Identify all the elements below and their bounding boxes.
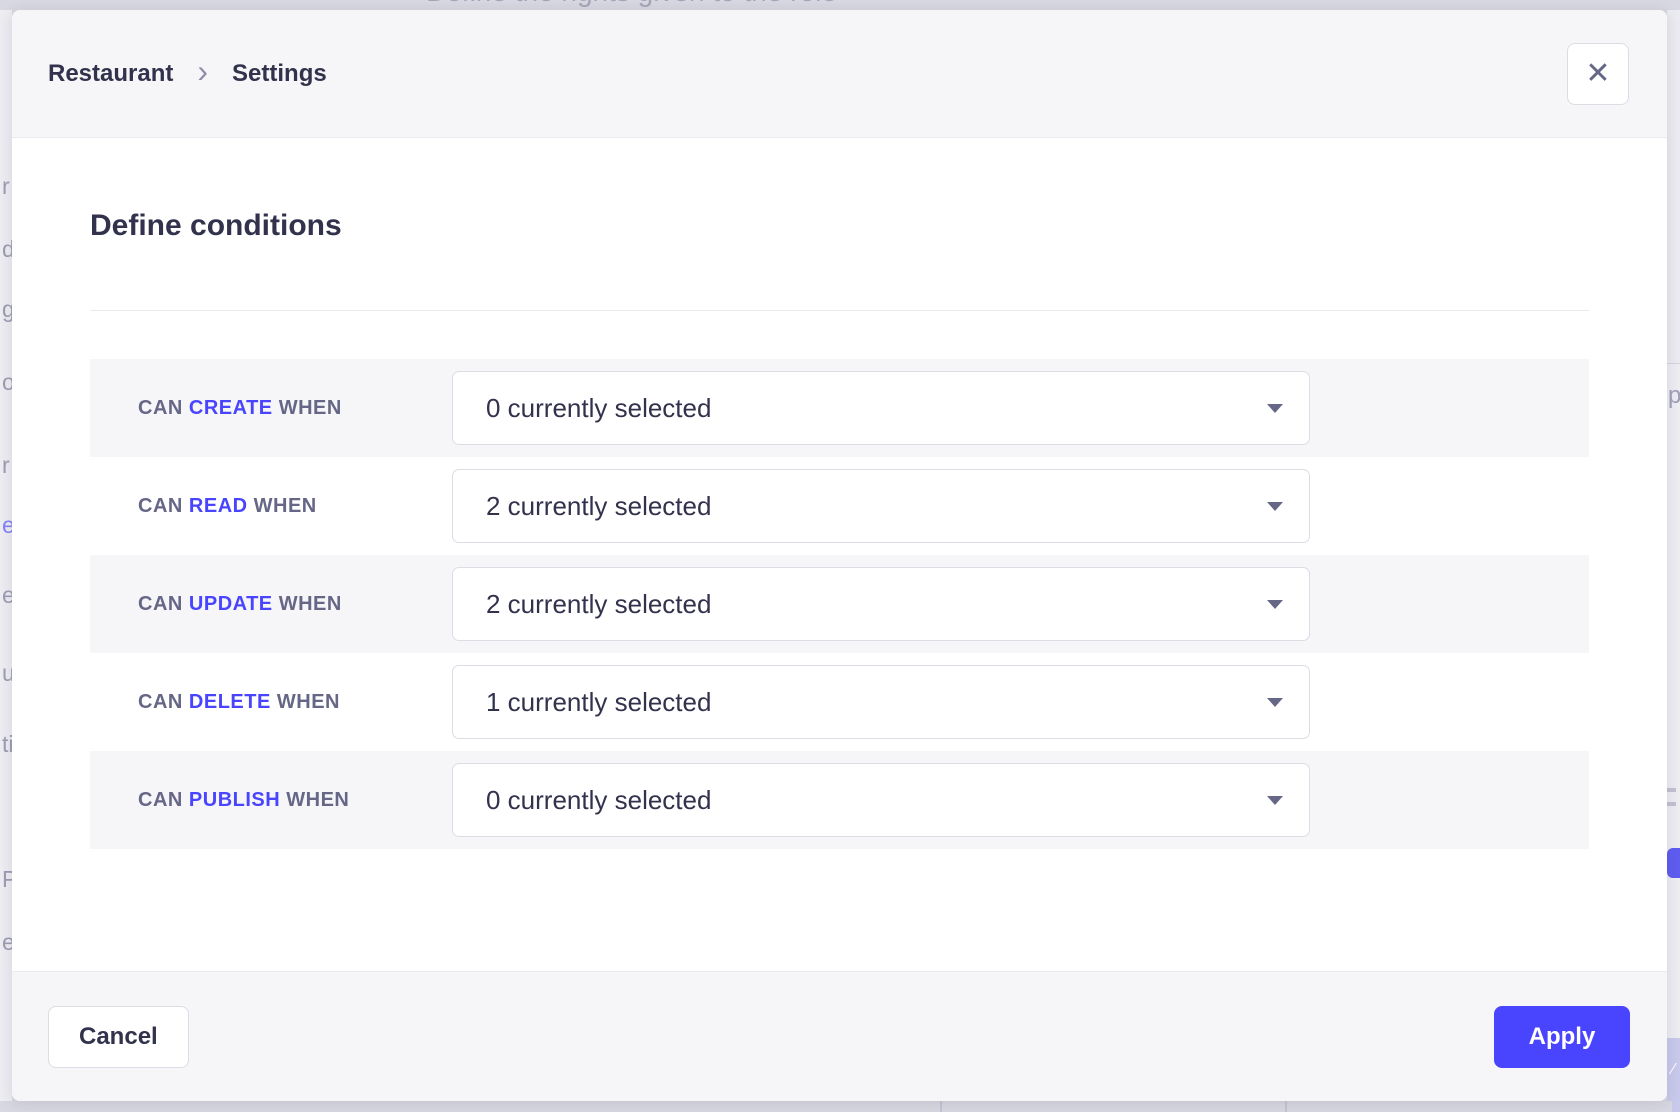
page-root: Define the rights given to the role r d … <box>0 0 1680 1112</box>
background-bottom-strip <box>0 1101 1680 1112</box>
condition-label-create: CAN CREATE WHEN <box>90 397 452 420</box>
label-prefix: CAN <box>138 691 183 713</box>
cancel-button[interactable]: Cancel <box>48 1006 189 1068</box>
chevron-right-icon: › <box>197 59 208 89</box>
caret-down-icon <box>1267 600 1283 609</box>
label-action: UPDATE <box>189 593 273 615</box>
background-left-strip: r d g o r e er u ti P e <box>0 10 12 1101</box>
condition-row-delete: CAN DELETE WHEN 1 currently selected <box>90 653 1589 751</box>
label-prefix: CAN <box>138 593 183 615</box>
label-suffix: WHEN <box>254 495 317 517</box>
caret-down-icon <box>1267 502 1283 511</box>
close-button[interactable]: ✕ <box>1567 43 1629 105</box>
background-text-fragment: ti <box>2 731 12 758</box>
conditions-select-delete[interactable]: 1 currently selected <box>452 665 1310 739</box>
background-text-fragment: u <box>2 660 12 687</box>
select-value: 0 currently selected <box>486 785 711 816</box>
background-list-line-fragment <box>1667 802 1676 806</box>
label-action: READ <box>189 495 248 517</box>
define-conditions-modal: Restaurant › Settings ✕ Define condition… <box>12 10 1667 1101</box>
background-text-fragment: e <box>2 929 12 956</box>
background-text-fragment: e <box>2 512 12 539</box>
condition-label-delete: CAN DELETE WHEN <box>90 691 452 714</box>
caret-down-icon <box>1267 698 1283 707</box>
background-divider-fragment <box>1667 363 1680 364</box>
background-text-fragment: p <box>1668 382 1680 410</box>
background-text-fragment: r <box>2 173 10 200</box>
select-value: 0 currently selected <box>486 393 711 424</box>
conditions-select-update[interactable]: 2 currently selected <box>452 567 1310 641</box>
background-button-fragment <box>1667 848 1680 878</box>
label-suffix: WHEN <box>279 397 342 419</box>
condition-label-update: CAN UPDATE WHEN <box>90 593 452 616</box>
background-text-fragment: P <box>2 866 12 893</box>
background-grid-line <box>940 1101 942 1112</box>
label-suffix: WHEN <box>277 691 340 713</box>
select-value: 2 currently selected <box>486 589 711 620</box>
background-card-edge <box>1667 10 1680 363</box>
conditions-select-read[interactable]: 2 currently selected <box>452 469 1310 543</box>
breadcrumb-item-settings: Settings <box>232 60 327 88</box>
modal-header: Restaurant › Settings ✕ <box>12 10 1667 138</box>
label-action: DELETE <box>189 691 271 713</box>
background-page-heading: Define the rights given to the role <box>426 0 837 8</box>
condition-label-publish: CAN PUBLISH WHEN <box>90 789 452 812</box>
condition-label-read: CAN READ WHEN <box>90 495 452 518</box>
label-prefix: CAN <box>138 397 183 419</box>
background-text-fragment: d <box>2 236 12 263</box>
condition-row-read: CAN READ WHEN 2 currently selected <box>90 457 1589 555</box>
background-text-fragment: g <box>2 296 12 323</box>
label-suffix: WHEN <box>286 789 349 811</box>
conditions-list: CAN CREATE WHEN 0 currently selected CAN… <box>90 359 1589 849</box>
background-top-strip: Define the rights given to the role <box>0 0 1680 10</box>
select-value: 2 currently selected <box>486 491 711 522</box>
background-text-fragment: er <box>2 582 12 609</box>
modal-body: Define conditions CAN CREATE WHEN 0 curr… <box>12 138 1667 971</box>
select-value: 1 currently selected <box>486 687 711 718</box>
background-right-strip: p ⁄ <box>1667 10 1680 1101</box>
conditions-select-publish[interactable]: 0 currently selected <box>452 763 1310 837</box>
modal-footer: Cancel Apply <box>12 971 1667 1101</box>
breadcrumb-item-restaurant: Restaurant <box>48 60 173 88</box>
modal-title: Define conditions <box>90 206 1589 246</box>
label-action: PUBLISH <box>189 789 280 811</box>
condition-row-update: CAN UPDATE WHEN 2 currently selected <box>90 555 1589 653</box>
condition-row-publish: CAN PUBLISH WHEN 0 currently selected <box>90 751 1589 849</box>
close-icon: ✕ <box>1585 59 1610 89</box>
background-list-line-fragment <box>1667 788 1676 792</box>
title-divider <box>90 310 1589 311</box>
caret-down-icon <box>1267 796 1283 805</box>
background-checkbox-fragment: ⁄ <box>1667 1038 1680 1101</box>
background-text-fragment: o <box>2 369 12 396</box>
label-action: CREATE <box>189 397 273 419</box>
label-prefix: CAN <box>138 495 183 517</box>
condition-row-create: CAN CREATE WHEN 0 currently selected <box>90 359 1589 457</box>
label-prefix: CAN <box>138 789 183 811</box>
background-checkbox-fragment <box>1672 1101 1680 1112</box>
apply-button[interactable]: Apply <box>1494 1006 1630 1068</box>
label-suffix: WHEN <box>279 593 342 615</box>
background-grid-line <box>1285 1101 1287 1112</box>
background-text-fragment: r <box>2 452 10 479</box>
conditions-select-create[interactable]: 0 currently selected <box>452 371 1310 445</box>
caret-down-icon <box>1267 404 1283 413</box>
breadcrumb: Restaurant › Settings <box>48 59 327 89</box>
